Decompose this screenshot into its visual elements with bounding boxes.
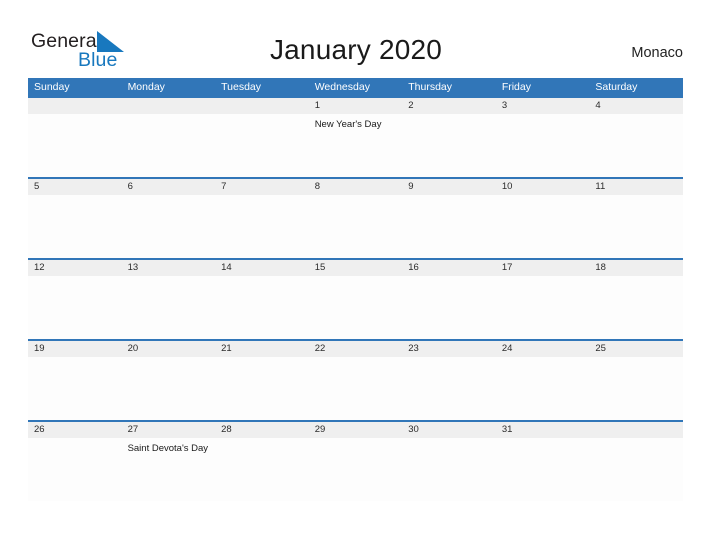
day-number: 5 [34,181,40,192]
day-cell[interactable]: 31 [496,422,590,501]
day-number: 16 [408,262,419,273]
day-number: 3 [501,100,508,111]
week-row: 1 New Year's Day 2 3 4 [28,96,683,177]
day-number: 22 [314,343,326,354]
day-number: 10 [501,181,513,192]
day-number: 30 [408,424,419,435]
day-number: 24 [501,343,513,354]
day-number: 8 [314,181,320,192]
day-cell[interactable]: 27 Saint Devota's Day [122,422,216,501]
day-number: 29 [314,424,326,435]
day-cell[interactable]: 25 [589,341,683,420]
day-number: 2 [408,100,414,111]
weekday-header-friday: Friday [501,81,531,93]
day-cell[interactable]: 16 [402,260,496,339]
day-event: New Year's Day [314,119,382,130]
day-number: 4 [595,100,601,111]
weekday-header-saturday: Saturday [595,81,638,93]
day-cell[interactable]: 11 [589,179,683,258]
day-cell[interactable]: 19 [28,341,122,420]
day-cell[interactable]: 18 [589,260,683,339]
day-cell[interactable]: 7 [215,179,309,258]
page-title: January 2020 [269,34,443,65]
day-number: 23 [408,343,419,354]
day-number: 17 [501,262,513,273]
day-cell[interactable]: 4 [589,98,683,177]
day-cell[interactable] [122,98,216,177]
weekday-header-wednesday: Wednesday [314,81,370,93]
day-cell[interactable] [28,98,122,177]
day-cell[interactable]: 12 [28,260,122,339]
weekday-header-row: Sunday Monday Tuesday Wednesday Thursday… [28,78,683,96]
day-number: 15 [314,262,326,273]
day-number: 9 [408,181,414,192]
day-number: 1 [314,100,320,111]
weekday-header-thursday: Thursday [408,81,453,93]
day-cell[interactable]: 2 [402,98,496,177]
day-number: 19 [34,343,45,354]
day-cell[interactable]: 14 [215,260,309,339]
day-number: 20 [127,343,139,354]
day-number: 28 [221,424,232,435]
day-cell[interactable]: 10 [496,179,590,258]
week-row: 5 6 7 8 9 10 11 [28,177,683,258]
day-number: 6 [127,181,133,192]
day-number: 27 [127,424,139,435]
day-number: 31 [501,424,513,435]
day-cell[interactable]: 29 [309,422,403,501]
day-cell[interactable]: 9 [402,179,496,258]
day-cell[interactable]: 6 [122,179,216,258]
day-cell[interactable]: 17 [496,260,590,339]
day-cell[interactable]: 26 [28,422,122,501]
page-header: General Blue January 2020 Monaco [0,0,712,78]
day-event: Saint Devota's Day [127,443,209,454]
day-number: 11 [595,181,606,192]
weekday-header-sunday: Sunday [34,81,70,93]
day-cell[interactable]: 22 [309,341,403,420]
day-number: 13 [127,262,139,273]
day-cell[interactable]: 23 [402,341,496,420]
weekday-header-tuesday: Tuesday [221,81,262,93]
day-cell[interactable] [215,98,309,177]
day-number: 7 [221,181,227,192]
day-cell[interactable]: 5 [28,179,122,258]
day-cell[interactable]: 8 [309,179,403,258]
day-cell[interactable]: 1 New Year's Day [309,98,403,177]
day-cell[interactable]: 13 [122,260,216,339]
location-label: Monaco [631,45,683,61]
day-cell[interactable]: 30 [402,422,496,501]
day-number: 21 [221,343,232,354]
day-cell[interactable]: 20 [122,341,216,420]
weekday-header-monday: Monday [127,81,165,93]
calendar-page: General Blue January 2020 Monaco Sunday … [0,0,712,550]
week-row: 19 20 21 22 23 24 25 [28,339,683,420]
week-row: 26 27 Saint Devota's Day 28 29 30 31 [28,420,683,501]
day-cell[interactable] [589,422,683,501]
calendar-grid: Sunday Monday Tuesday Wednesday Thursday… [28,78,683,501]
day-number: 26 [34,424,45,435]
day-number: 18 [595,262,606,273]
day-cell[interactable]: 3 [496,98,590,177]
day-cell[interactable]: 24 [496,341,590,420]
day-number: 25 [595,343,606,354]
day-number: 12 [34,262,45,273]
week-row: 12 13 14 15 16 17 18 [28,258,683,339]
day-cell[interactable]: 15 [309,260,403,339]
day-cell[interactable]: 21 [215,341,309,420]
day-number: 14 [221,262,232,273]
day-cell[interactable]: 28 [215,422,309,501]
